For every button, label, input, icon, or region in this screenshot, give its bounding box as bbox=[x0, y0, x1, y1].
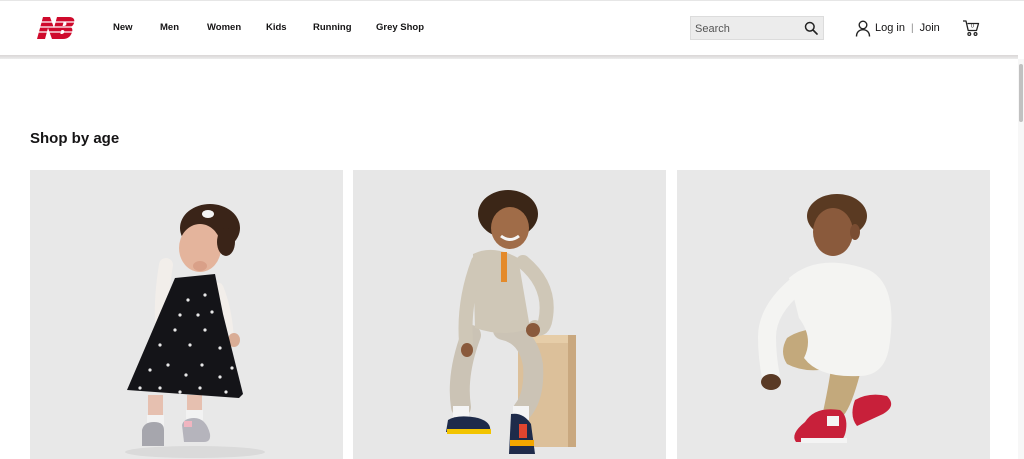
header-divider bbox=[0, 55, 1018, 59]
site-header: New Men Women Kids Running Grey Shop Log… bbox=[0, 0, 1024, 55]
cart-icon[interactable]: 0 bbox=[962, 19, 980, 37]
nav-grey-shop[interactable]: Grey Shop bbox=[376, 22, 436, 33]
nav-running[interactable]: Running bbox=[313, 22, 376, 33]
login-link[interactable]: Log in bbox=[875, 22, 905, 34]
age-card-big-kid[interactable] bbox=[677, 170, 990, 459]
search-box bbox=[690, 16, 824, 40]
account-links: Log in | Join bbox=[855, 19, 940, 37]
nav-new[interactable]: New bbox=[113, 22, 160, 33]
account-separator: | bbox=[910, 22, 914, 34]
main-nav: New Men Women Kids Running Grey Shop bbox=[113, 22, 436, 33]
boy-crouching-image bbox=[677, 170, 990, 459]
new-balance-logo[interactable] bbox=[35, 16, 75, 40]
nav-women[interactable]: Women bbox=[207, 22, 266, 33]
kid-sitting-on-box-image bbox=[353, 170, 666, 459]
section-title: Shop by age bbox=[30, 130, 120, 147]
cart-count: 0 bbox=[971, 24, 974, 30]
nav-men[interactable]: Men bbox=[160, 22, 207, 33]
toddler-girl-image bbox=[30, 170, 343, 459]
age-card-little-kid[interactable] bbox=[353, 170, 666, 459]
join-link[interactable]: Join bbox=[920, 22, 940, 34]
nav-kids[interactable]: Kids bbox=[266, 22, 313, 33]
scrollbar-thumb[interactable] bbox=[1019, 64, 1023, 122]
user-icon[interactable] bbox=[855, 20, 871, 37]
search-input[interactable] bbox=[695, 21, 799, 36]
age-card-toddler[interactable] bbox=[30, 170, 343, 459]
magnifier-icon[interactable] bbox=[804, 21, 818, 35]
